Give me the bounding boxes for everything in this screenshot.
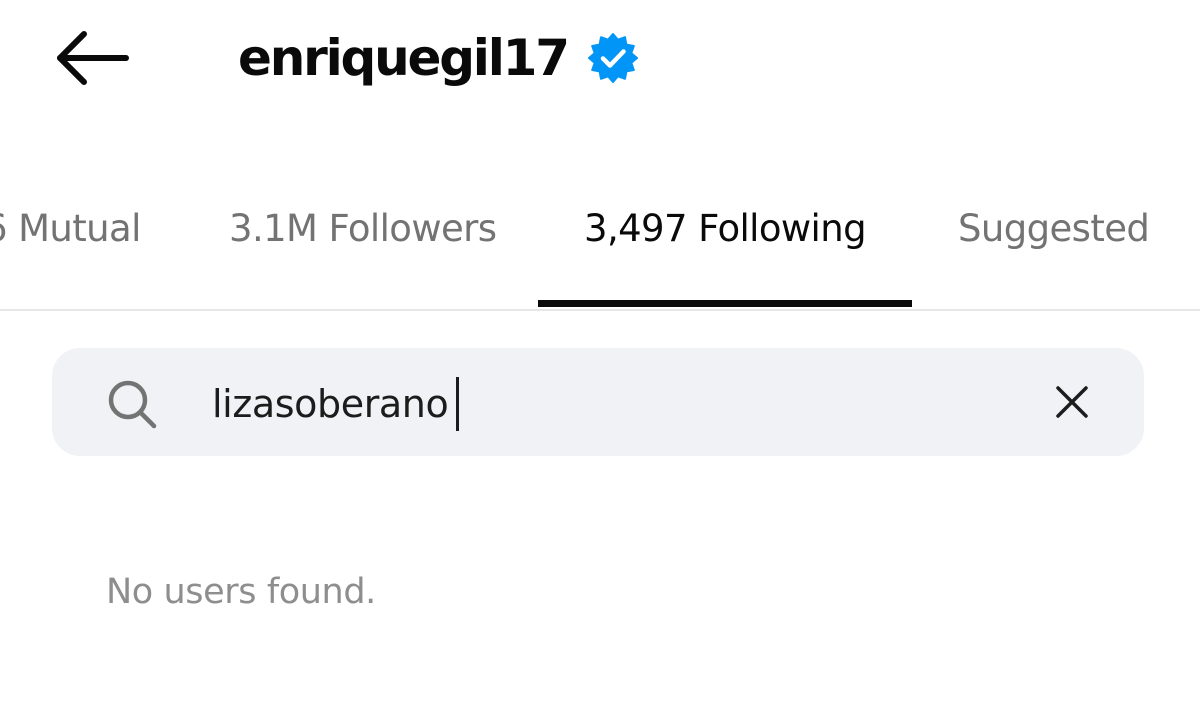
back-button[interactable]: [40, 20, 144, 96]
tabs-divider: [0, 309, 1200, 311]
verified-badge-icon: [587, 33, 638, 83]
clear-search-button[interactable]: [1046, 376, 1098, 428]
search-input[interactable]: lizasoberano: [212, 376, 460, 432]
text-cursor: [456, 377, 460, 431]
following-screen: enriquegil17 6 Mutual 3.1M Followers 3,4…: [0, 0, 1200, 709]
close-icon: [1056, 386, 1088, 418]
tab-following[interactable]: 3,497 Following: [584, 190, 867, 266]
profile-username: enriquegil17: [238, 29, 570, 87]
tab-mutual[interactable]: 6 Mutual: [0, 190, 141, 266]
search-input-value: lizasoberano: [212, 382, 449, 426]
follow-tabs: 6 Mutual 3.1M Followers 3,497 Following …: [0, 190, 1200, 310]
tab-followers[interactable]: 3.1M Followers: [229, 190, 497, 266]
no-results-message: No users found.: [106, 572, 376, 612]
tab-suggested[interactable]: Suggested: [958, 190, 1150, 266]
active-tab-indicator: [538, 300, 912, 307]
arrow-left-icon: [57, 31, 129, 85]
search-icon: [108, 380, 157, 429]
profile-header: enriquegil17: [238, 22, 638, 94]
